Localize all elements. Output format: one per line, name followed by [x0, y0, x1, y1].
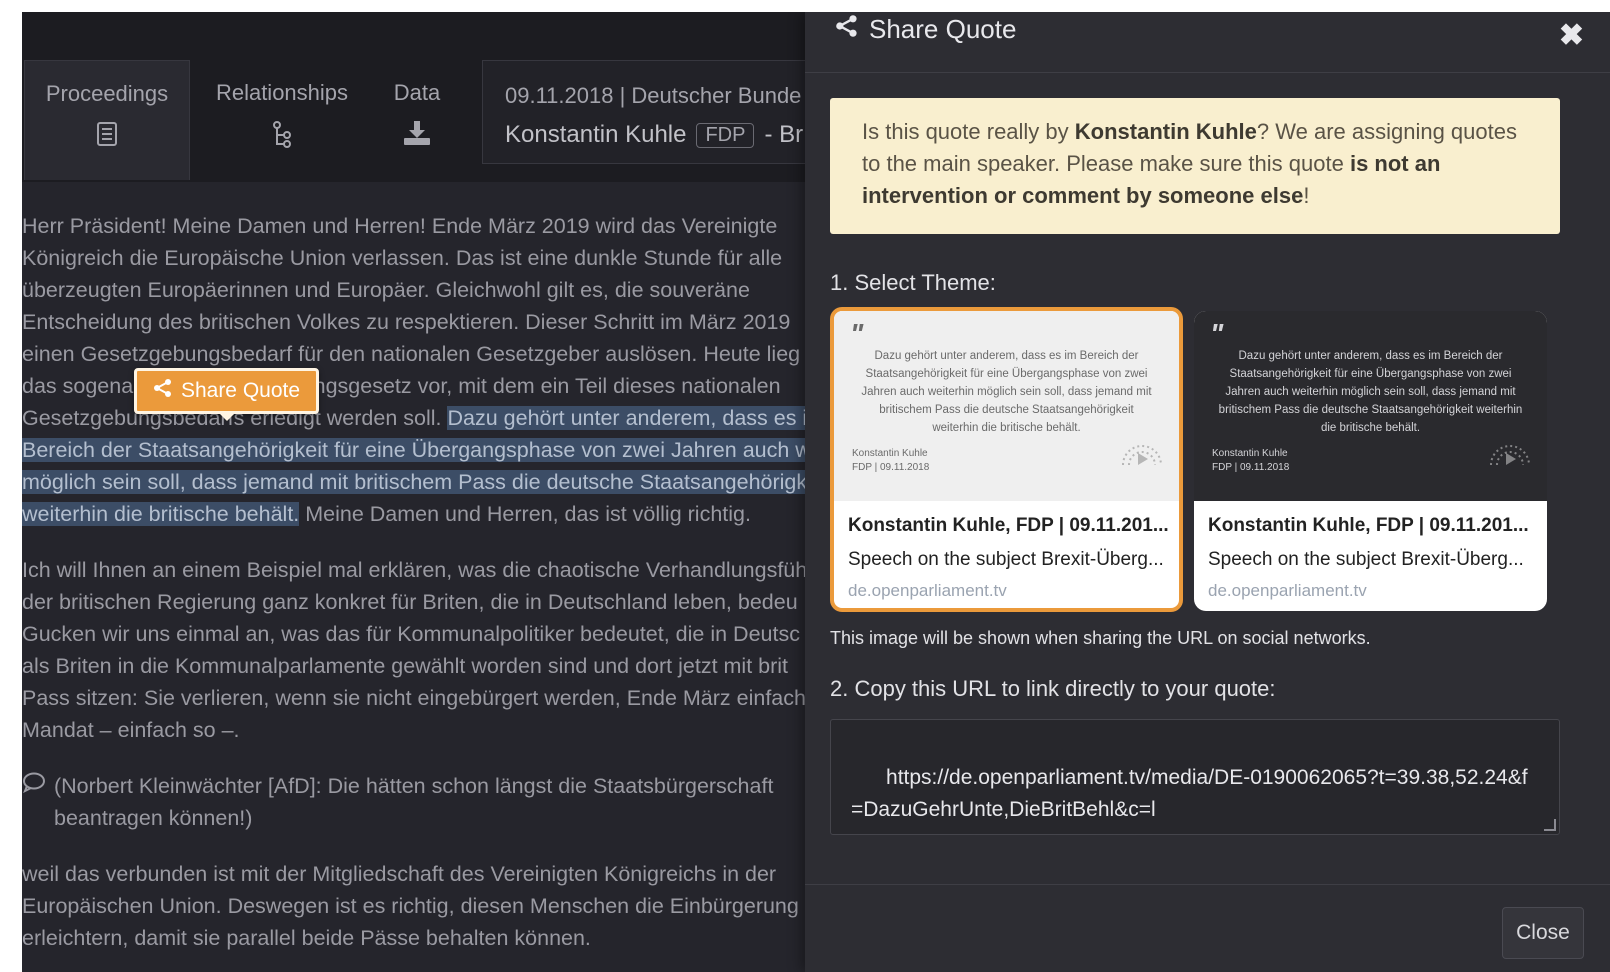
share-quote-modal: Share Quote ✖ Is this quote really by Ko… — [805, 12, 1610, 972]
parliament-play-icon — [1487, 435, 1533, 475]
tab-data[interactable]: Data — [377, 60, 457, 180]
modal-title: Share Quote — [835, 14, 1016, 45]
preview-speaker: Konstantin Kuhle — [852, 448, 928, 459]
modal-footer-divider — [805, 884, 1610, 885]
transcript-paragraph: Ich will Ihnen an einem Beispiel mal erk… — [22, 554, 822, 746]
theme-card-dark[interactable]: " Dazu gehört unter anderem, dass es im … — [1194, 311, 1547, 611]
transcript: Herr Präsident! Meine Damen und Herren! … — [22, 210, 822, 972]
party-badge: FDP — [696, 122, 755, 148]
transcript-line: Gucken wir uns einmal an, was das für Ko… — [22, 622, 800, 646]
document-list-icon — [96, 121, 118, 153]
card-subtitle: Speech on the subject Brexit-Überg... — [1208, 549, 1524, 570]
transcript-line: als Briten in die Kommunalparlamente gew… — [22, 654, 789, 678]
theme-note: This image will be shown when sharing th… — [830, 628, 1371, 648]
card-domain: de.openparliament.tv — [1208, 581, 1367, 600]
close-button[interactable]: Close — [1502, 907, 1584, 959]
selected-text[interactable]: Bereich der Staatsangehörigkeit für eine… — [22, 438, 811, 462]
share-icon — [835, 14, 859, 45]
transcript-line: Europäischen Union. Deswegen ist es rich… — [22, 894, 799, 918]
parliament-play-icon — [1119, 435, 1165, 475]
step-2-label: 2. Copy this URL to link directly to you… — [830, 676, 1276, 701]
transcript-paragraph: weil das verbunden ist mit der Mitglieds… — [22, 858, 822, 954]
preview-quote-text: Dazu gehört unter anderem, dass es im Be… — [1218, 350, 1523, 434]
preview-footer: Konstantin Kuhle FDP | 09.11.2018 — [852, 447, 929, 475]
share-quote-label: Share Quote — [180, 379, 301, 402]
quote-url-text[interactable]: https://de.openparliament.tv/media/DE-01… — [851, 766, 1528, 821]
preview-footer: Konstantin Kuhle FDP | 09.11.2018 — [1212, 447, 1289, 475]
modal-title-text: Share Quote — [869, 14, 1017, 44]
share-quote-button[interactable]: Share Quote — [134, 368, 319, 421]
preview-quote-text: Dazu gehört unter anderem, dass es im Be… — [861, 350, 1152, 434]
preview-speaker: Konstantin Kuhle — [1212, 448, 1288, 459]
transcript-line: Herr Präsident! Meine Damen und Herren! … — [22, 214, 778, 238]
comment-icon — [22, 770, 46, 802]
modal-header: Share Quote ✖ — [805, 12, 1610, 73]
selected-text[interactable]: weiterhin die britische behält. — [22, 502, 300, 526]
tab-label: Proceedings — [45, 81, 169, 106]
tab-relationships[interactable]: Relationships — [202, 60, 362, 180]
transcript-line: der britischen Regierung ganz konkret fü… — [22, 590, 798, 614]
share-icon — [153, 378, 173, 404]
card-title: Konstantin Kuhle, FDP | 09.11.201... — [1208, 515, 1529, 536]
transcript-line: Königreich die Europäische Union verlass… — [22, 246, 783, 270]
transcript-line: überzeugten Europäerinnen und Europäer. … — [22, 278, 750, 302]
close-icon[interactable]: ✖ — [1559, 18, 1584, 53]
quote-mark-icon: " — [850, 318, 864, 349]
card-subtitle: Speech on the subject Brexit-Überg... — [848, 549, 1164, 570]
preview-meta: FDP | 09.11.2018 — [1212, 462, 1290, 473]
top-bar — [22, 12, 842, 60]
interjection: (Norbert Kleinwächter [AfD]: Die hätten … — [22, 770, 802, 834]
card-domain: de.openparliament.tv — [848, 581, 1007, 600]
quote-mark-icon: " — [1210, 318, 1224, 349]
warning-speaker-name: Konstantin Kuhle — [1074, 119, 1257, 144]
theme-card-body: Konstantin Kuhle, FDP | 09.11.201... Spe… — [1194, 501, 1547, 601]
app-window: Proceedings Relationships Data 09.11.201… — [22, 12, 1610, 972]
selected-text[interactable]: Dazu gehört unter anderem, dass es im — [447, 406, 822, 430]
preview-meta: FDP | 09.11.2018 — [852, 462, 930, 473]
proceedings-view: Proceedings Relationships Data 09.11.201… — [22, 12, 862, 972]
transcript-line: Ich will Ihnen an einem Beispiel mal erk… — [22, 558, 808, 582]
transcript-line: Meine Damen und Herren, das ist völlig r… — [299, 502, 751, 526]
transcript-line: Pass sitzen: Sie verlieren, wenn sie nic… — [22, 686, 806, 710]
speaker-warning: Is this quote really by Konstantin Kuhle… — [830, 98, 1560, 234]
theme-preview-image: " Dazu gehört unter anderem, dass es im … — [1194, 311, 1547, 501]
hierarchy-icon — [271, 120, 293, 154]
download-icon — [403, 120, 431, 152]
transcript-line: weil das verbunden ist mit der Mitglieds… — [22, 862, 777, 886]
interjection-text: (Norbert Kleinwächter [AfD]: Die hätten … — [54, 774, 774, 830]
transcript-line: Mandat – einfach so –. — [22, 718, 240, 742]
selected-text[interactable]: möglich sein soll, dass jemand mit briti… — [22, 470, 808, 494]
transcript-line: erleichtern, damit sie parallel beide Pä… — [22, 926, 591, 950]
card-title: Konstantin Kuhle, FDP | 09.11.201... — [848, 515, 1169, 536]
warning-text: Is this quote really by — [862, 119, 1075, 144]
tab-label: Relationships — [215, 80, 349, 105]
transcript-line: einen Gesetzgebungsbedarf für den nation… — [22, 342, 801, 366]
speech-title-fragment: - Br — [764, 121, 804, 148]
tab-proceedings[interactable]: Proceedings — [24, 60, 190, 180]
step-1-label: 1. Select Theme: — [830, 270, 996, 295]
resize-handle-icon[interactable] — [1544, 819, 1556, 831]
theme-card-light[interactable]: " Dazu gehört unter anderem, dass es im … — [830, 307, 1183, 612]
transcript-line: Entscheidung des britischen Volkes zu re… — [22, 310, 791, 334]
warning-text: ! — [1303, 183, 1310, 208]
theme-preview-image: " Dazu gehört unter anderem, dass es im … — [834, 311, 1179, 501]
tab-bar: Proceedings Relationships Data 09.11.201… — [22, 60, 862, 182]
speaker-name[interactable]: Konstantin Kuhle — [505, 121, 686, 149]
quote-url-field[interactable]: https://de.openparliament.tv/media/DE-01… — [830, 719, 1560, 835]
tab-label: Data — [393, 80, 441, 105]
theme-card-body: Konstantin Kuhle, FDP | 09.11.201... Spe… — [834, 501, 1179, 601]
